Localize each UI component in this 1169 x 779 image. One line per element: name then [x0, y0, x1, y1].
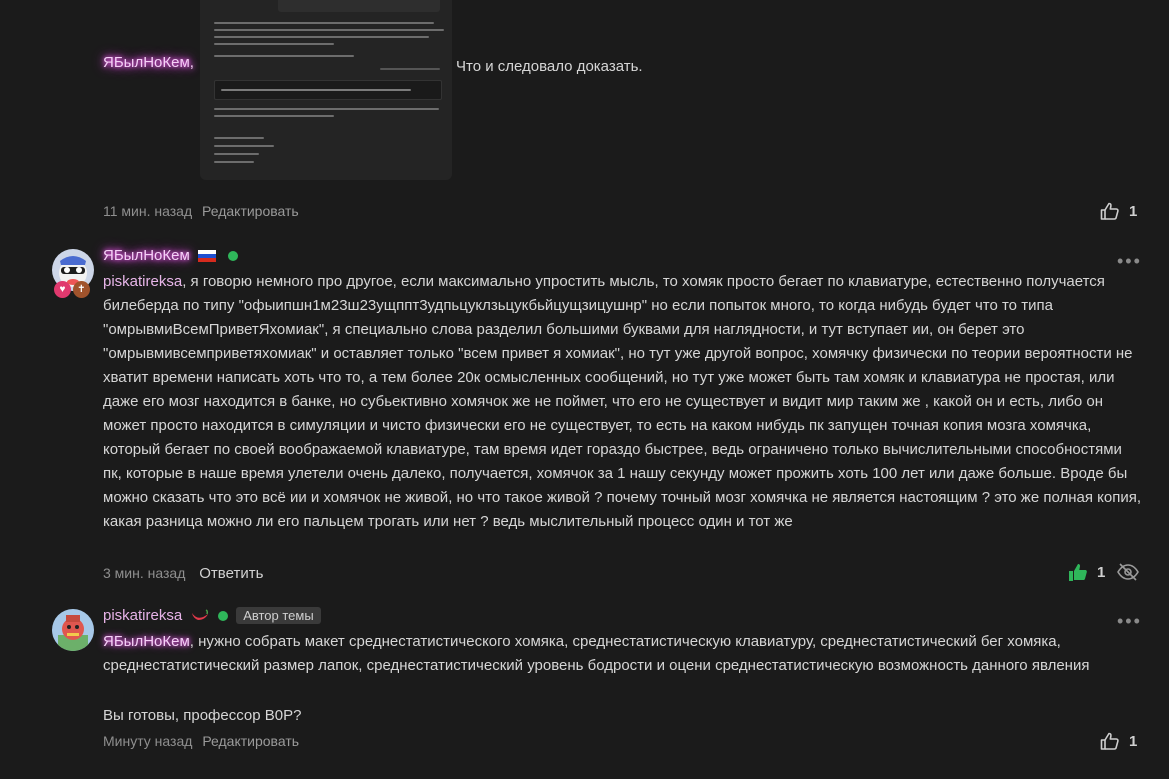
comment1-like-button[interactable]: 1 — [1100, 202, 1137, 220]
comment2-like-count: 1 — [1097, 563, 1106, 581]
comment1-text: Что и следовало доказать. — [456, 58, 643, 75]
comment2-reply-link[interactable]: Ответить — [199, 565, 263, 582]
russia-flag-icon — [197, 249, 216, 262]
attached-screenshot-image[interactable] — [200, 0, 452, 180]
comment3-body: ЯБылНоКем, нужно собрать макет среднеста… — [103, 630, 1153, 678]
thumbs-up-icon — [1100, 202, 1119, 220]
comment2-meta: 3 мин. назад Ответить — [103, 565, 263, 582]
comment2-like-button[interactable]: 1 — [1068, 563, 1105, 581]
comment1-meta: 11 мин. назад Редактировать — [103, 203, 299, 219]
online-status-dot — [218, 610, 229, 621]
comment3-like-button[interactable]: 1 — [1100, 732, 1137, 750]
comment1-edit-link[interactable]: Редактировать — [202, 203, 299, 219]
topic-author-badge: Автор темы — [236, 607, 321, 624]
comment2-body: piskatireksa, я говорю немного про друго… — [103, 270, 1143, 534]
comment3-text2: Вы готовы, профессор B0P? — [103, 707, 302, 724]
hide-eye-icon[interactable] — [1117, 563, 1139, 586]
comment3-mention[interactable]: ЯБылНоКем — [103, 633, 190, 650]
comment3-meta: Минуту назад Редактировать — [103, 733, 299, 749]
comment2-more-options[interactable]: ••• — [1117, 251, 1142, 272]
comment2-mention[interactable]: piskatireksa — [103, 273, 182, 290]
comment2-time: 3 мин. назад — [103, 565, 186, 581]
avatar[interactable] — [52, 609, 94, 651]
comment2-author[interactable]: ЯБылНоКем — [103, 247, 190, 264]
online-status-dot — [227, 250, 238, 261]
chili-pepper-icon — [192, 608, 209, 620]
comment2-text: , я говорю немного про другое, если макс… — [103, 273, 1141, 530]
comment2-header: ЯБылНоКем — [103, 247, 238, 264]
comment3-header: piskatireksa Автор темы — [103, 607, 321, 624]
comment3-time: Минуту назад — [103, 733, 193, 749]
comment1-time: 11 мин. назад — [103, 203, 193, 219]
comment1-like-count: 1 — [1129, 202, 1138, 220]
heart-badge-icon: ♥ — [54, 281, 71, 298]
comment3-more-options[interactable]: ••• — [1117, 611, 1142, 632]
thumbs-up-filled-icon — [1069, 564, 1087, 581]
comment3-author[interactable]: piskatireksa — [103, 607, 182, 624]
award-badge-icon: ✝ — [73, 281, 90, 298]
comment3-like-count: 1 — [1129, 732, 1138, 750]
comment3-edit-link[interactable]: Редактировать — [202, 733, 299, 749]
comment3-text: , нужно собрать макет среднестатистическ… — [103, 633, 1090, 674]
thumbs-up-icon — [1100, 732, 1119, 750]
comment1-author[interactable]: ЯБылНоКем, — [103, 54, 194, 71]
